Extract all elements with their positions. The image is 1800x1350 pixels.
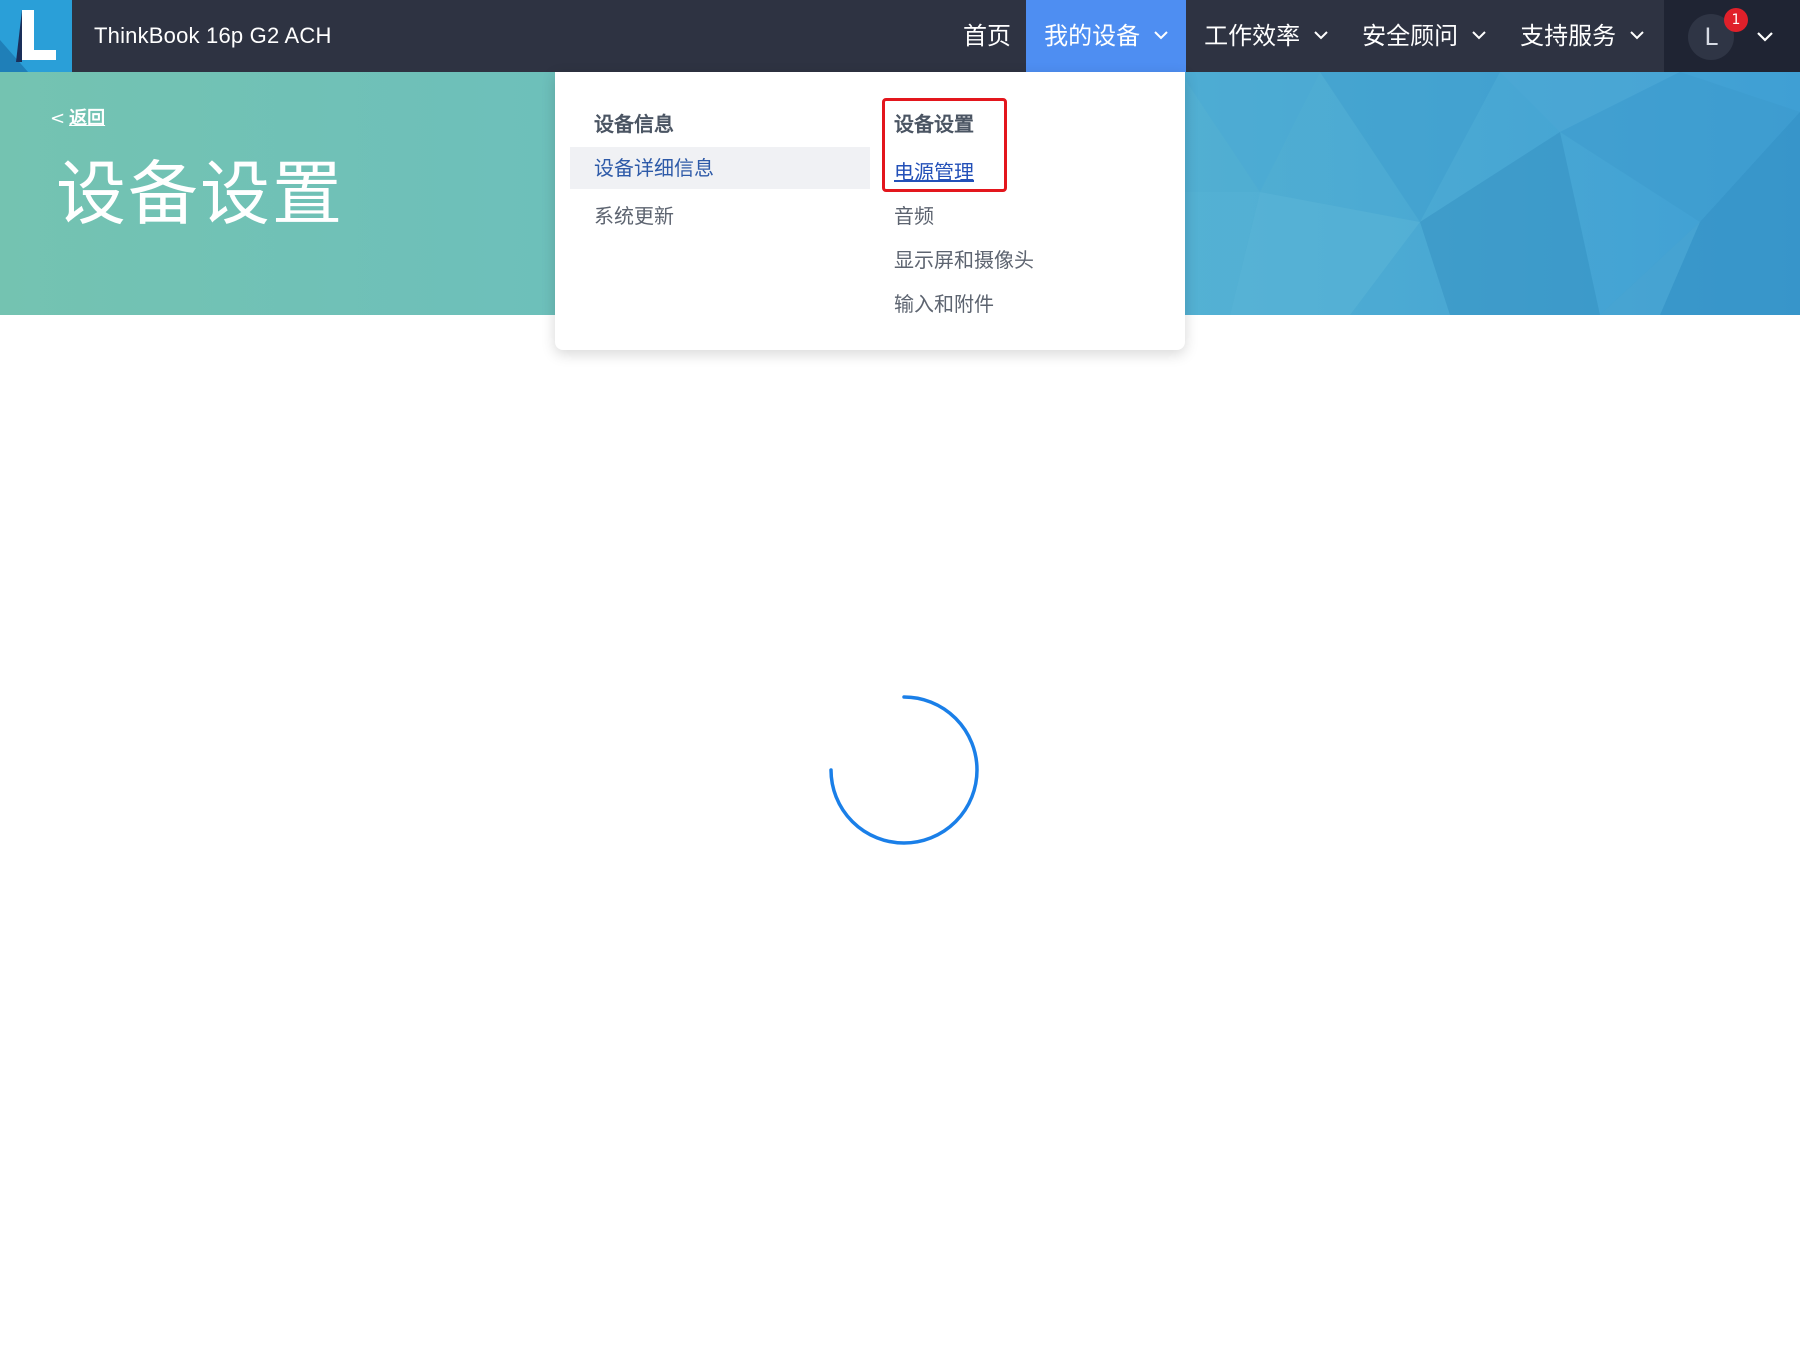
back-link[interactable]: < 返回 xyxy=(50,104,105,130)
menu-heading-device-info: 设备信息 xyxy=(594,112,674,136)
menu-item-power-management[interactable]: 电源管理 xyxy=(894,156,974,185)
chevron-down-icon xyxy=(1630,31,1644,40)
menu-item-device-details[interactable]: 设备详细信息 xyxy=(570,147,870,189)
nav-support-label: 支持服务 xyxy=(1520,22,1617,50)
menu-heading-device-settings: 设备设置 xyxy=(894,112,974,136)
menu-item-display-camera[interactable]: 显示屏和摄像头 xyxy=(894,244,1034,273)
device-name: ThinkBook 16p G2 ACH xyxy=(94,23,332,48)
back-link-label: 返回 xyxy=(69,108,106,129)
menu-item-audio[interactable]: 音频 xyxy=(894,200,934,229)
chevron-down-icon xyxy=(1472,31,1486,40)
my-devices-dropdown-menu: 设备信息 设备详细信息 系统更新 设备设置 电源管理 音频 显示屏和摄像头 输入… xyxy=(555,72,1185,350)
nav-my-devices-label: 我的设备 xyxy=(1044,22,1141,50)
nav-home-label: 首页 xyxy=(963,22,1011,50)
nav-security-advisor[interactable]: 安全顾问 xyxy=(1346,0,1502,72)
menu-item-system-update[interactable]: 系统更新 xyxy=(594,200,674,229)
loading-spinner-icon xyxy=(829,695,979,845)
menu-item-input-accessories[interactable]: 输入和附件 xyxy=(894,288,994,317)
notification-badge: 1 xyxy=(1724,8,1748,32)
nav-my-devices[interactable]: 我的设备 xyxy=(1026,0,1186,72)
nav-security-label: 安全顾问 xyxy=(1362,22,1459,50)
chevron-down-icon xyxy=(1154,31,1168,40)
chevron-down-icon[interactable] xyxy=(1756,28,1774,46)
top-navigation-bar: ThinkBook 16p G2 ACH 首页 我的设备 工作效率 安全顾问 支… xyxy=(0,0,1800,72)
nav-productivity-label: 工作效率 xyxy=(1204,22,1301,50)
user-menu[interactable]: L 1 xyxy=(1664,0,1800,72)
back-arrow: < xyxy=(50,108,66,129)
page-title: 设备设置 xyxy=(56,153,344,235)
app-logo-icon[interactable] xyxy=(0,0,72,72)
nav-support[interactable]: 支持服务 xyxy=(1504,0,1660,72)
nav-home[interactable]: 首页 xyxy=(950,0,1024,72)
nav-productivity[interactable]: 工作效率 xyxy=(1188,0,1344,72)
chevron-down-icon xyxy=(1314,31,1328,40)
